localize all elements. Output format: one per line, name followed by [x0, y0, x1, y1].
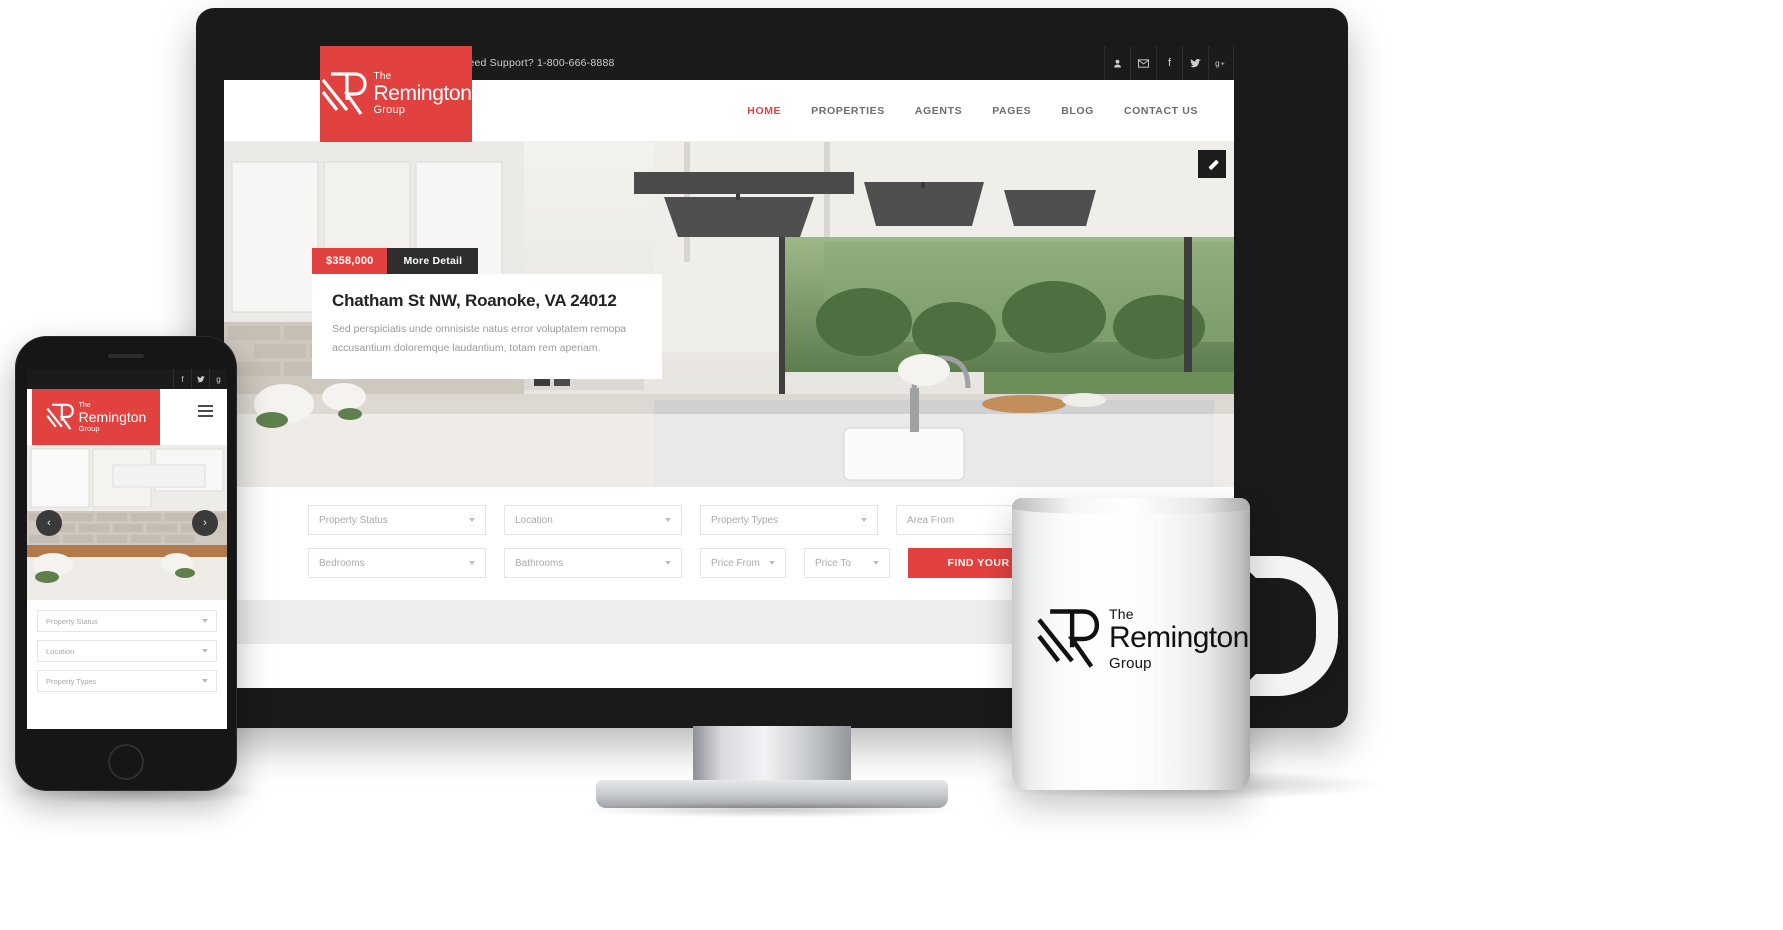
select-area-from-label: Area From	[907, 514, 955, 526]
select-bedrooms-label: Bedrooms	[319, 557, 365, 569]
select-property-types[interactable]: Property Types	[700, 505, 878, 535]
mug-logo-group: Group	[1109, 655, 1152, 672]
phone-logo-group: Group	[78, 423, 100, 433]
chevron-down-icon	[861, 518, 867, 522]
nav-links: HOME PROPERTIES AGENTS PAGES BLOG CONTAC…	[747, 105, 1198, 117]
phone-select-property-types-label: Property Types	[46, 676, 97, 686]
chevron-down-icon	[202, 619, 208, 623]
mug-rim	[1012, 498, 1250, 514]
chevron-down-icon	[202, 649, 208, 653]
google-plus-icon[interactable]: g +	[1208, 46, 1234, 80]
select-property-status-label: Property Status	[319, 514, 388, 526]
user-icon[interactable]	[1104, 46, 1130, 80]
chevron-down-icon	[873, 561, 879, 565]
nav-item-contact-us[interactable]: CONTACT US	[1124, 105, 1198, 117]
phone-select-location[interactable]: Location	[37, 640, 217, 662]
burger-line	[198, 405, 213, 407]
property-description: Sed perspiciatis unde omnisiste natus er…	[332, 323, 627, 355]
more-detail-button[interactable]: More Detail	[387, 248, 479, 274]
logo-group: Group	[373, 104, 406, 116]
select-location[interactable]: Location	[504, 505, 682, 535]
phone-select-property-status[interactable]: Property Status	[37, 610, 217, 632]
phone-logo-wordmark: The Remington Group	[79, 402, 147, 433]
branded-mug-mockup: The Remington Group	[1012, 498, 1342, 790]
twitter-icon[interactable]	[1182, 46, 1208, 80]
phone-speaker	[108, 354, 144, 358]
monitor-stand-base	[578, 780, 966, 818]
phone-select-property-status-label: Property Status	[46, 616, 98, 626]
google-plus-icon[interactable]: g	[209, 369, 227, 389]
facebook-icon[interactable]: f	[1156, 46, 1182, 80]
property-card-body: Chatham St NW, Roanoke, VA 24012 Sed per…	[312, 274, 662, 379]
select-price-from[interactable]: Price From	[700, 548, 786, 578]
facebook-icon[interactable]: f	[173, 369, 191, 389]
envelope-icon[interactable]	[1130, 46, 1156, 80]
hero-slider: $358,000 More Detail Chatham St NW, Roan…	[224, 142, 1234, 487]
mug-wordmark: The Remington Group	[1109, 607, 1249, 671]
carousel-prev-button[interactable]: ‹	[36, 509, 62, 536]
mockup-scene: ☎ Need Support? 1-800-666-8888 f	[0, 0, 1783, 930]
support-text: Need Support? 1-800-666-8888	[460, 57, 615, 69]
select-property-status[interactable]: Property Status	[308, 505, 486, 535]
nav-item-blog[interactable]: BLOG	[1061, 105, 1094, 117]
remington-logo-mark	[1037, 609, 1100, 668]
logo-inner: The Remington Group	[321, 70, 472, 118]
mug-logo-the: The	[1109, 606, 1134, 622]
phone-top-bar: f g	[27, 369, 227, 389]
burger-line	[198, 410, 213, 412]
featured-property-card: $358,000 More Detail Chatham St NW, Roan…	[312, 248, 662, 379]
mobile-phone-mockup: f g The Remington Group ‹ › Property Sta…	[15, 336, 237, 791]
phone-logo-the: The	[78, 401, 91, 409]
mug-logo: The Remington Group	[1036, 606, 1249, 672]
nav-item-home[interactable]: HOME	[747, 105, 781, 117]
logo-the: The	[373, 71, 392, 82]
svg-text:g: g	[1215, 59, 1220, 68]
pencil-icon	[1207, 159, 1218, 170]
phone-site-logo[interactable]: The Remington Group	[32, 389, 160, 445]
burger-line	[198, 415, 213, 417]
twitter-icon[interactable]	[191, 369, 209, 389]
social-links: f g +	[1104, 46, 1234, 80]
remington-logo-mark	[321, 72, 367, 115]
phone-search-form: Property Status Location Property Types	[27, 600, 227, 692]
phone-screen: f g The Remington Group ‹ › Property Sta…	[27, 369, 227, 729]
select-price-from-label: Price From	[711, 557, 760, 569]
select-price-to-label: Price To	[815, 557, 851, 569]
select-price-to[interactable]: Price To	[804, 548, 890, 578]
nav-item-agents[interactable]: AGENTS	[915, 105, 962, 117]
phone-select-property-types[interactable]: Property Types	[37, 670, 217, 692]
phone-logo-name: Remington	[78, 408, 147, 425]
phone-home-button[interactable]	[108, 744, 144, 780]
select-location-label: Location	[515, 514, 553, 526]
hamburger-menu-icon[interactable]	[198, 405, 213, 417]
logo-name: Remington	[373, 82, 472, 105]
select-bedrooms[interactable]: Bedrooms	[308, 548, 486, 578]
chevron-down-icon	[469, 561, 475, 565]
phone-navigation-bar: The Remington Group	[27, 389, 227, 445]
property-price-badge: $358,000	[312, 248, 388, 274]
mug-body: The Remington Group	[1012, 498, 1250, 790]
phone-hero-carousel: ‹ ›	[27, 445, 227, 600]
chevron-down-icon	[665, 518, 671, 522]
property-address: Chatham St NW, Roanoke, VA 24012	[332, 291, 617, 310]
edit-slide-button[interactable]	[1198, 150, 1226, 178]
nav-item-properties[interactable]: PROPERTIES	[811, 105, 885, 117]
chevron-down-icon	[665, 561, 671, 565]
property-card-tabs: $358,000 More Detail	[312, 248, 662, 274]
nav-item-pages[interactable]: PAGES	[992, 105, 1031, 117]
select-bathrooms[interactable]: Bathrooms	[504, 548, 682, 578]
phone-select-location-label: Location	[46, 646, 75, 656]
phone-logo-inner: The Remington Group	[45, 402, 147, 433]
site-logo[interactable]: The Remington Group	[320, 46, 472, 142]
chevron-down-icon	[202, 679, 208, 683]
chevron-down-icon	[469, 518, 475, 522]
mug-logo-name: Remington	[1109, 621, 1249, 654]
select-bathrooms-label: Bathrooms	[515, 557, 564, 569]
chevron-down-icon	[769, 561, 775, 565]
select-property-types-label: Property Types	[711, 514, 779, 526]
carousel-next-button[interactable]: ›	[192, 509, 218, 536]
logo-wordmark: The Remington Group	[374, 72, 472, 116]
svg-text:+: +	[1221, 59, 1225, 68]
remington-logo-mark	[45, 403, 74, 430]
